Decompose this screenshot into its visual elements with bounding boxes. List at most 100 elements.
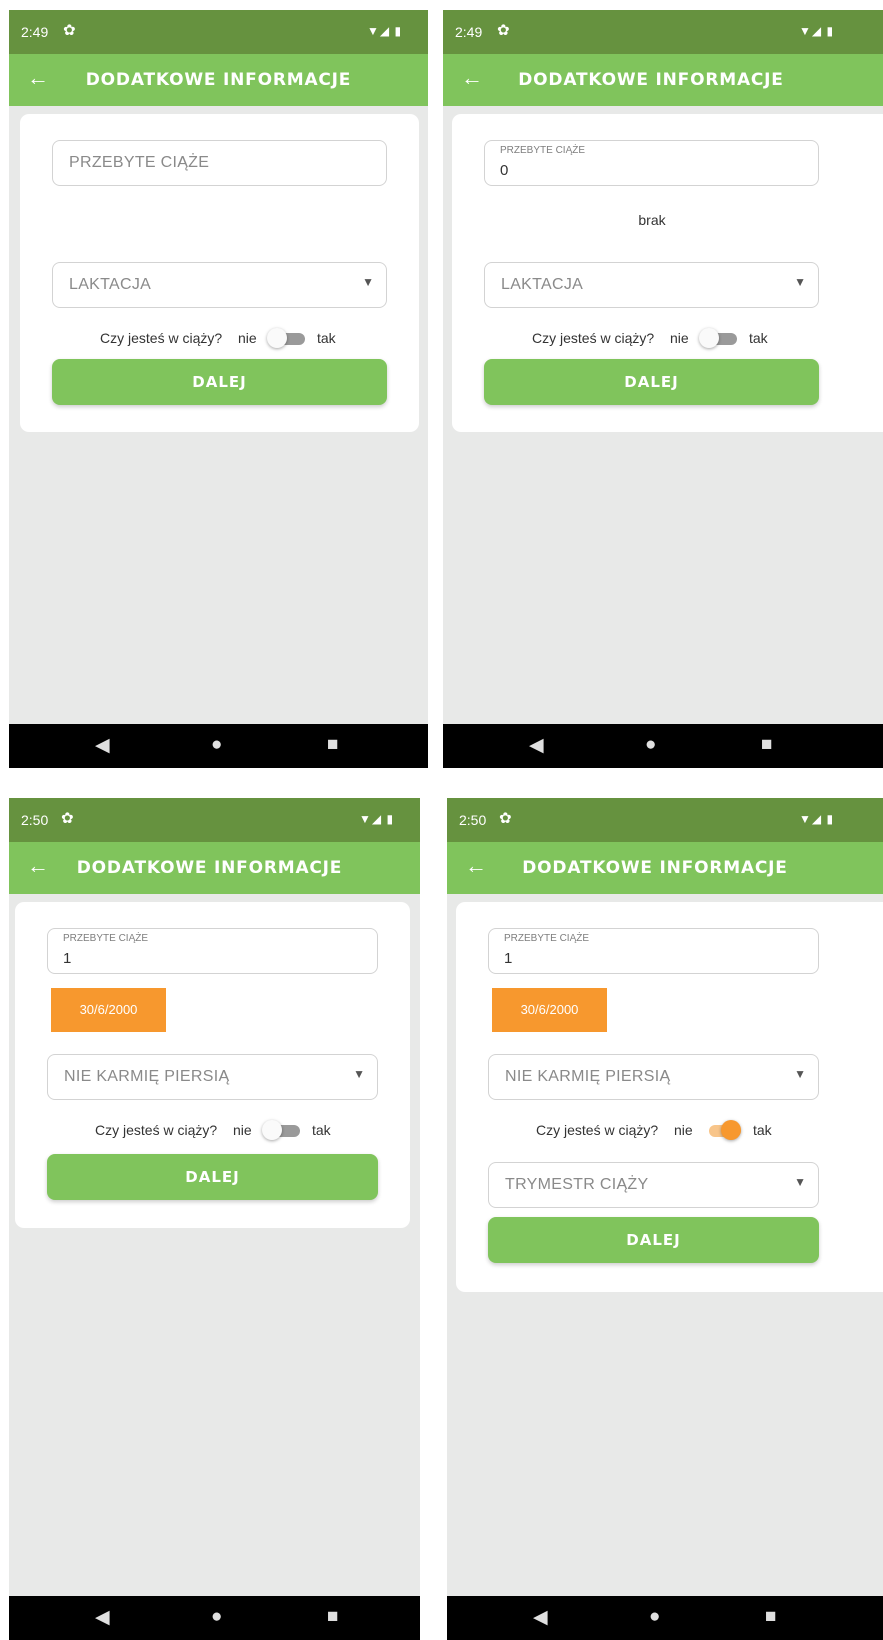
caret-down-icon: ▼ (353, 1067, 365, 1081)
form-card: PRZEBYTE CIĄŻE LAKTACJA ▼ Czy jesteś w c… (20, 114, 419, 432)
nav-back-icon[interactable]: ◀ (95, 734, 110, 757)
system-nav-bar: ◀ ● ■ (9, 1596, 420, 1640)
gear-icon: ✿ (61, 810, 74, 827)
lactation-placeholder: LAKTACJA (69, 276, 152, 293)
next-button[interactable]: DALEJ (52, 359, 387, 405)
pregnancies-label: PRZEBYTE CIĄŻE (500, 145, 586, 156)
pregnancies-value: 1 (504, 950, 513, 967)
nav-back-icon[interactable]: ◀ (529, 734, 544, 757)
screen-4: 2:50 ✿ ▼◢ ▮ ← DODATKOWE INFORMACJE PRZEB… (447, 798, 883, 1640)
pregnant-row: Czy jesteś w ciąży? nie tak (452, 326, 883, 352)
status-time: 2:50 (459, 812, 487, 828)
pregnancy-date-button[interactable]: 30/6/2000 (51, 988, 166, 1032)
no-label: nie (674, 1122, 693, 1138)
no-label: nie (238, 330, 257, 346)
status-bar: 2:50 ✿ ▼◢ ▮ (447, 798, 883, 842)
caret-down-icon: ▼ (794, 275, 806, 289)
app-bar: ← DODATKOWE INFORMACJE (9, 54, 428, 106)
yes-label: tak (317, 330, 336, 346)
gear-icon: ✿ (499, 810, 512, 827)
pregnancies-input[interactable]: PRZEBYTE CIĄŻE 1 (47, 928, 378, 974)
status-bar: 2:49 ✿ ▼◢ ▮ (9, 10, 428, 54)
app-bar: ← DODATKOWE INFORMACJE (443, 54, 883, 106)
yes-label: tak (749, 330, 768, 346)
no-pregnancies-text: brak (638, 212, 666, 228)
screen-2: 2:49 ✿ ▼◢ ▮ ← DODATKOWE INFORMACJE PRZEB… (443, 10, 883, 768)
caret-down-icon: ▼ (794, 1175, 806, 1189)
screen-3: 2:50 ✿ ▼◢ ▮ ← DODATKOWE INFORMACJE PRZEB… (9, 798, 420, 1640)
pregnancies-label: PRZEBYTE CIĄŻE (63, 933, 149, 944)
caret-down-icon: ▼ (794, 1067, 806, 1081)
pregnancies-input[interactable]: PRZEBYTE CIĄŻE 1 (488, 928, 819, 974)
nav-recent-icon[interactable]: ■ (327, 734, 338, 756)
status-time: 2:49 (21, 24, 49, 40)
caret-down-icon: ▼ (362, 275, 374, 289)
pregnant-question: Czy jesteś w ciąży? (100, 330, 223, 346)
next-button[interactable]: DALEJ (484, 359, 819, 405)
status-bar: 2:49 ✿ ▼◢ ▮ (443, 10, 883, 54)
lactation-value: NIE KARMIĘ PIERSIĄ (64, 1068, 230, 1085)
nav-home-icon[interactable]: ● (211, 1606, 222, 1628)
pregnant-row: Czy jesteś w ciąży? nie tak (456, 1118, 883, 1144)
lactation-select[interactable]: NIE KARMIĘ PIERSIĄ ▼ (47, 1054, 378, 1100)
form-card: PRZEBYTE CIĄŻE 1 30/6/2000 NIE KARMIĘ PI… (456, 902, 883, 1292)
nav-back-icon[interactable]: ◀ (95, 1606, 110, 1629)
nav-home-icon[interactable]: ● (649, 1606, 660, 1628)
pregnancies-label: PRZEBYTE CIĄŻE (504, 933, 590, 944)
lactation-select[interactable]: LAKTACJA ▼ (52, 262, 387, 308)
status-time: 2:49 (455, 24, 483, 40)
next-button[interactable]: DALEJ (488, 1217, 819, 1263)
page-title: DODATKOWE INFORMACJE (518, 70, 784, 90)
form-card: PRZEBYTE CIĄŻE 1 30/6/2000 NIE KARMIĘ PI… (15, 902, 410, 1228)
gear-icon: ✿ (63, 22, 76, 39)
lactation-select[interactable]: NIE KARMIĘ PIERSIĄ ▼ (488, 1054, 819, 1100)
lactation-value: NIE KARMIĘ PIERSIĄ (505, 1068, 671, 1085)
trimester-select[interactable]: TRYMESTR CIĄŻY ▼ (488, 1162, 819, 1208)
system-nav-bar: ◀ ● ■ (9, 724, 428, 768)
trimester-placeholder: TRYMESTR CIĄŻY (505, 1176, 649, 1193)
pregnancies-input[interactable]: PRZEBYTE CIĄŻE 0 (484, 140, 819, 186)
next-button[interactable]: DALEJ (47, 1154, 378, 1200)
nav-back-icon[interactable]: ◀ (533, 1606, 548, 1629)
form-card: PRZEBYTE CIĄŻE 0 brak LAKTACJA ▼ Czy jes… (452, 114, 883, 432)
no-label: nie (670, 330, 689, 346)
lactation-placeholder: LAKTACJA (501, 276, 584, 293)
gear-icon: ✿ (497, 22, 510, 39)
nav-recent-icon[interactable]: ■ (327, 1606, 338, 1628)
pregnancy-date-button[interactable]: 30/6/2000 (492, 988, 607, 1032)
status-time: 2:50 (21, 812, 49, 828)
pregnant-row: Czy jesteś w ciąży? nie tak (20, 326, 419, 352)
pregnant-toggle[interactable] (267, 328, 307, 348)
no-label: nie (233, 1122, 252, 1138)
pregnant-toggle[interactable] (699, 328, 739, 348)
signal-battery-icon: ▼◢ ▮ (359, 812, 395, 826)
pregnancies-value: 0 (500, 162, 509, 179)
pregnant-question: Czy jesteś w ciąży? (532, 330, 655, 346)
nav-home-icon[interactable]: ● (211, 734, 222, 756)
system-nav-bar: ◀ ● ■ (443, 724, 883, 768)
nav-recent-icon[interactable]: ■ (761, 734, 772, 756)
nav-recent-icon[interactable]: ■ (765, 1606, 776, 1628)
status-bar: 2:50 ✿ ▼◢ ▮ (9, 798, 420, 842)
page-title: DODATKOWE INFORMACJE (522, 858, 788, 878)
app-bar: ← DODATKOWE INFORMACJE (9, 842, 420, 894)
pregnant-row: Czy jesteś w ciąży? nie tak (15, 1118, 410, 1144)
screen-1: 2:49 ✿ ▼◢ ▮ ← DODATKOWE INFORMACJE PRZEB… (9, 10, 428, 768)
pregnant-toggle[interactable] (262, 1120, 302, 1140)
signal-battery-icon: ▼◢ ▮ (367, 24, 403, 38)
nav-home-icon[interactable]: ● (645, 734, 656, 756)
signal-battery-icon: ▼◢ ▮ (799, 24, 835, 38)
system-nav-bar: ◀ ● ■ (447, 1596, 883, 1640)
page-title: DODATKOWE INFORMACJE (76, 858, 343, 878)
yes-label: tak (312, 1122, 331, 1138)
lactation-select[interactable]: LAKTACJA ▼ (484, 262, 819, 308)
signal-battery-icon: ▼◢ ▮ (799, 812, 835, 826)
pregnancies-placeholder: PRZEBYTE CIĄŻE (69, 154, 210, 171)
yes-label: tak (753, 1122, 772, 1138)
pregnancies-value: 1 (63, 950, 72, 967)
pregnancies-input[interactable]: PRZEBYTE CIĄŻE (52, 140, 387, 186)
pregnant-toggle[interactable] (703, 1120, 743, 1140)
app-bar: ← DODATKOWE INFORMACJE (447, 842, 883, 894)
pregnant-question: Czy jesteś w ciąży? (95, 1122, 218, 1138)
pregnant-question: Czy jesteś w ciąży? (536, 1122, 659, 1138)
